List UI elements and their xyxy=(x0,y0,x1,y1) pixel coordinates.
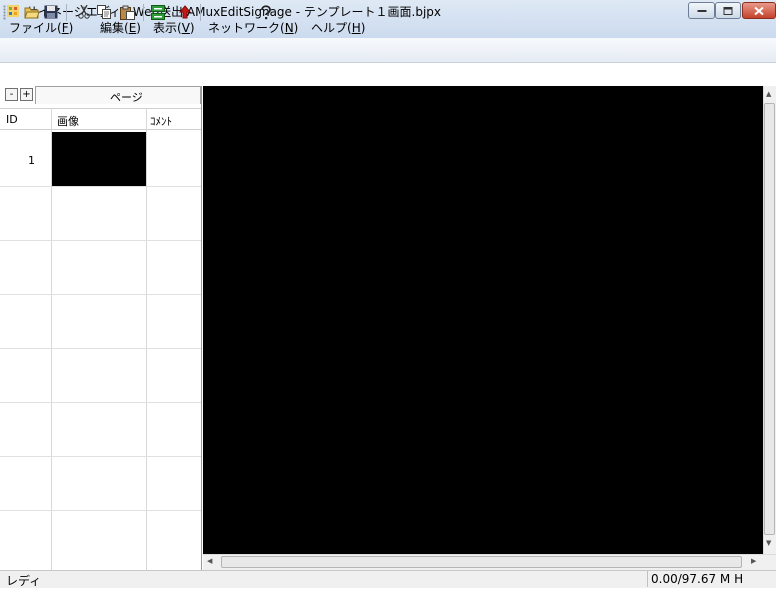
row-id[interactable]: 1 xyxy=(28,154,35,167)
toolbar xyxy=(0,38,776,63)
column-header-id[interactable]: ID xyxy=(6,113,18,126)
page-thumbnail[interactable] xyxy=(52,132,146,186)
copy-button[interactable] xyxy=(96,4,112,20)
column-header-comment[interactable]: ｺﾒﾝﾄ xyxy=(150,113,172,129)
copy-icon xyxy=(97,5,111,19)
grid-divider xyxy=(0,186,201,187)
send-icon xyxy=(151,4,165,20)
expand-button[interactable]: + xyxy=(20,88,33,101)
tab-pages-label: ページ xyxy=(110,91,143,104)
cut-button[interactable] xyxy=(76,4,92,20)
cut-icon xyxy=(78,5,90,19)
help-icon xyxy=(261,4,271,19)
toolbar-separator xyxy=(66,4,67,21)
vertical-scroll-thumb[interactable] xyxy=(764,103,775,535)
save-button[interactable] xyxy=(43,4,59,20)
toolbar-separator xyxy=(200,4,201,21)
grid-divider xyxy=(0,240,201,241)
collapse-button[interactable]: - xyxy=(5,88,18,101)
close-icon xyxy=(754,6,764,15)
maximize-icon xyxy=(723,6,733,15)
horizontal-scroll-thumb[interactable] xyxy=(221,556,742,568)
upload-arrow-icon xyxy=(179,5,191,19)
scroll-up-icon[interactable]: ▲ xyxy=(766,90,771,98)
menu-view[interactable]: 表示(V) xyxy=(153,19,195,36)
status-text: レディ xyxy=(6,574,42,588)
open-icon xyxy=(24,7,40,19)
paste-button[interactable] xyxy=(119,4,135,20)
save-icon xyxy=(44,5,58,19)
status-divider xyxy=(647,571,648,587)
scroll-left-icon[interactable]: ◀ xyxy=(207,557,212,565)
open-button[interactable] xyxy=(24,4,40,20)
grid-divider xyxy=(0,348,201,349)
menu-bar: ファイル(F) 編集(E) 表示(V) ネットワーク(N) ヘルプ(H) xyxy=(0,16,776,38)
grid-divider xyxy=(0,510,201,511)
upload-button[interactable] xyxy=(177,4,193,20)
memory-status: 0.00/97.67 M H xyxy=(651,572,744,586)
grid-divider xyxy=(0,294,201,295)
grid-divider xyxy=(0,402,201,403)
menu-file[interactable]: ファイル(F) xyxy=(9,19,73,36)
scroll-down-icon[interactable]: ▼ xyxy=(766,539,771,547)
menu-network[interactable]: ネットワーク(N) xyxy=(208,19,298,36)
scroll-right-icon[interactable]: ▶ xyxy=(751,557,756,565)
send-button[interactable] xyxy=(150,4,166,20)
menu-edit[interactable]: 編集(E) xyxy=(100,19,141,36)
editor-canvas[interactable] xyxy=(203,86,763,554)
column-header-image[interactable]: 画像 xyxy=(57,113,79,129)
paste-icon xyxy=(119,5,135,20)
menu-help[interactable]: ヘルプ(H) xyxy=(311,19,365,36)
grid-divider xyxy=(146,108,147,570)
toolbar-separator xyxy=(143,4,144,21)
grid-divider xyxy=(0,456,201,457)
toolbar-grip[interactable] xyxy=(3,5,6,20)
minimize-icon xyxy=(697,9,706,12)
help-button[interactable] xyxy=(258,4,274,20)
